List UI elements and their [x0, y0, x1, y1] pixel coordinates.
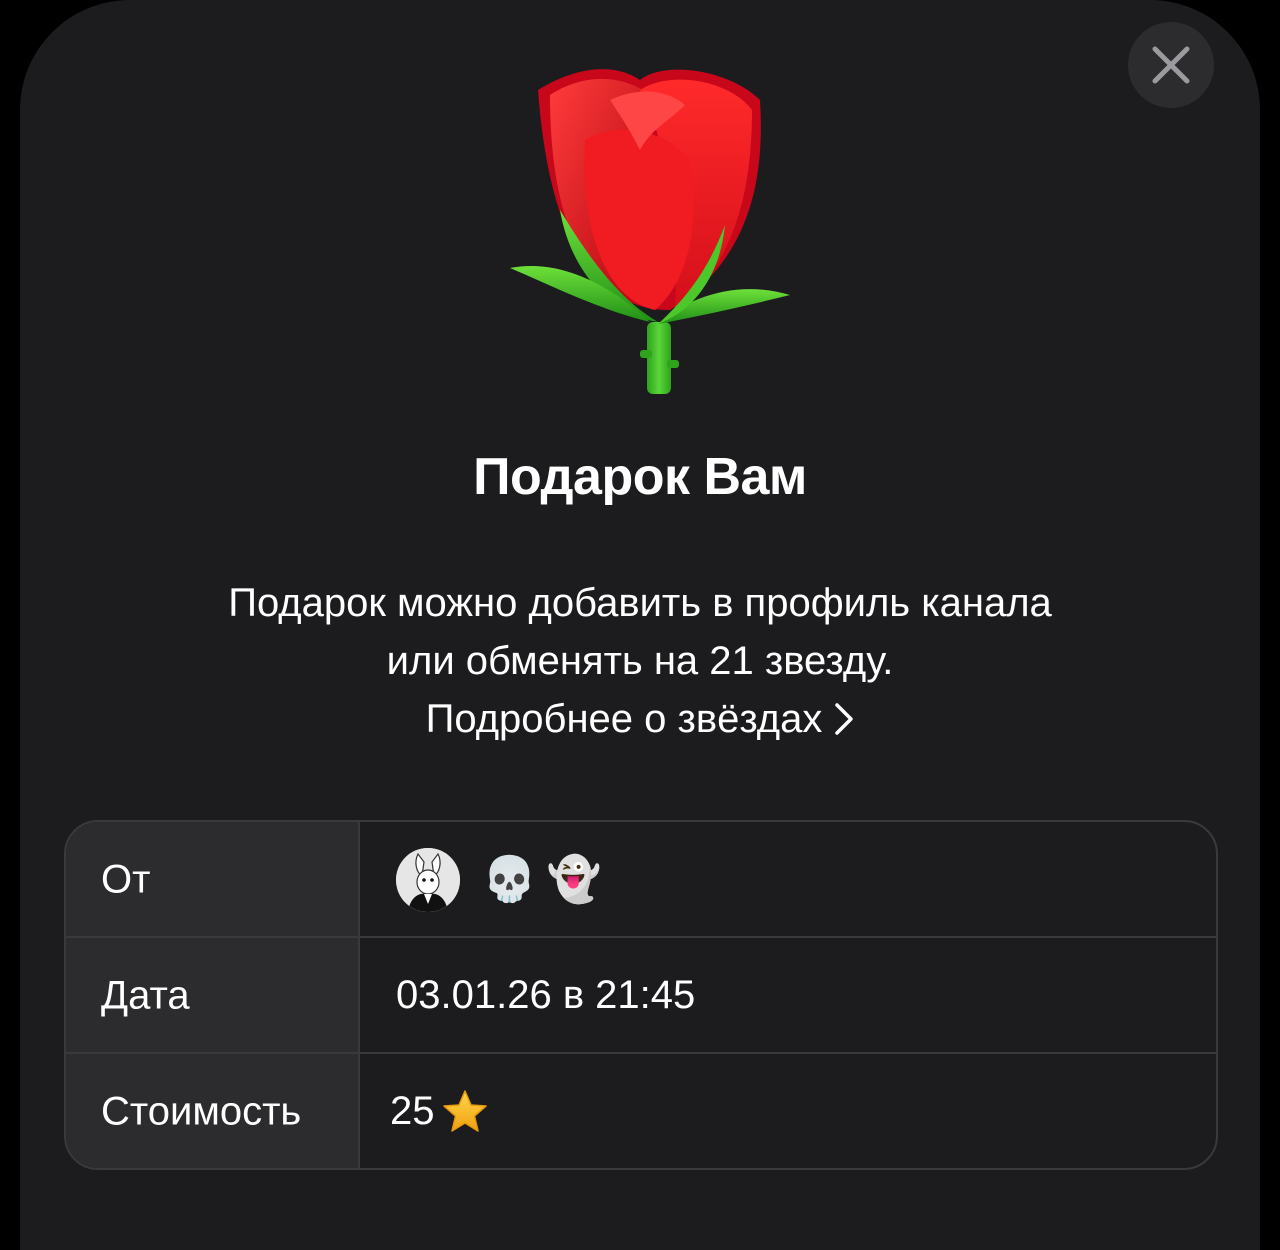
- cost-value: 25: [390, 1089, 435, 1133]
- skull-emoji: 💀: [482, 853, 537, 905]
- sender-avatar[interactable]: [396, 847, 460, 912]
- description-line-1: Подарок можно добавить в профиль канала: [228, 581, 1052, 625]
- learn-more-link[interactable]: Подробнее о звёздах: [426, 690, 855, 748]
- ghost-emoji: 👻: [546, 853, 602, 905]
- row-from: От 💀 👻: [66, 822, 1216, 937]
- date-value-cell: 03.01.26 в 21:45: [360, 938, 1216, 1053]
- cost-label: Стоимость: [101, 1089, 302, 1133]
- learn-more-label: Подробнее о звёздах: [425, 697, 823, 741]
- row-cost: Стоимость 25: [66, 1054, 1216, 1168]
- label-cell-from: От: [66, 822, 360, 937]
- rabbit-avatar-icon: [396, 847, 460, 912]
- description-line-2: или обменять на 21 звезду.: [386, 639, 894, 683]
- date-value: 03.01.26 в 21:45: [396, 973, 696, 1017]
- rose-icon: [510, 69, 790, 394]
- close-icon: [1152, 46, 1190, 84]
- row-date: Дата 03.01.26 в 21:45: [66, 938, 1216, 1053]
- star-icon: [442, 1089, 487, 1132]
- gift-description: Подарок можно добавить в профиль канала …: [20, 574, 1260, 748]
- from-label: От: [101, 857, 151, 901]
- close-button[interactable]: [1128, 22, 1214, 108]
- label-cell-cost: Стоимость: [66, 1054, 360, 1168]
- dialog-title: Подарок Вам: [473, 448, 807, 506]
- gift-details-table: От 💀 👻 Дата 03.01.26 в 21:45 Стоимость 2…: [64, 820, 1218, 1170]
- sender-cell[interactable]: 💀 👻: [360, 822, 1216, 937]
- gift-sheet: Подарок Вам Подарок можно добавить в про…: [20, 0, 1260, 1250]
- label-cell-date: Дата: [66, 938, 360, 1053]
- chevron-right-icon: [835, 703, 854, 735]
- cost-value-cell: 25: [360, 1054, 1216, 1168]
- date-label: Дата: [101, 973, 190, 1017]
